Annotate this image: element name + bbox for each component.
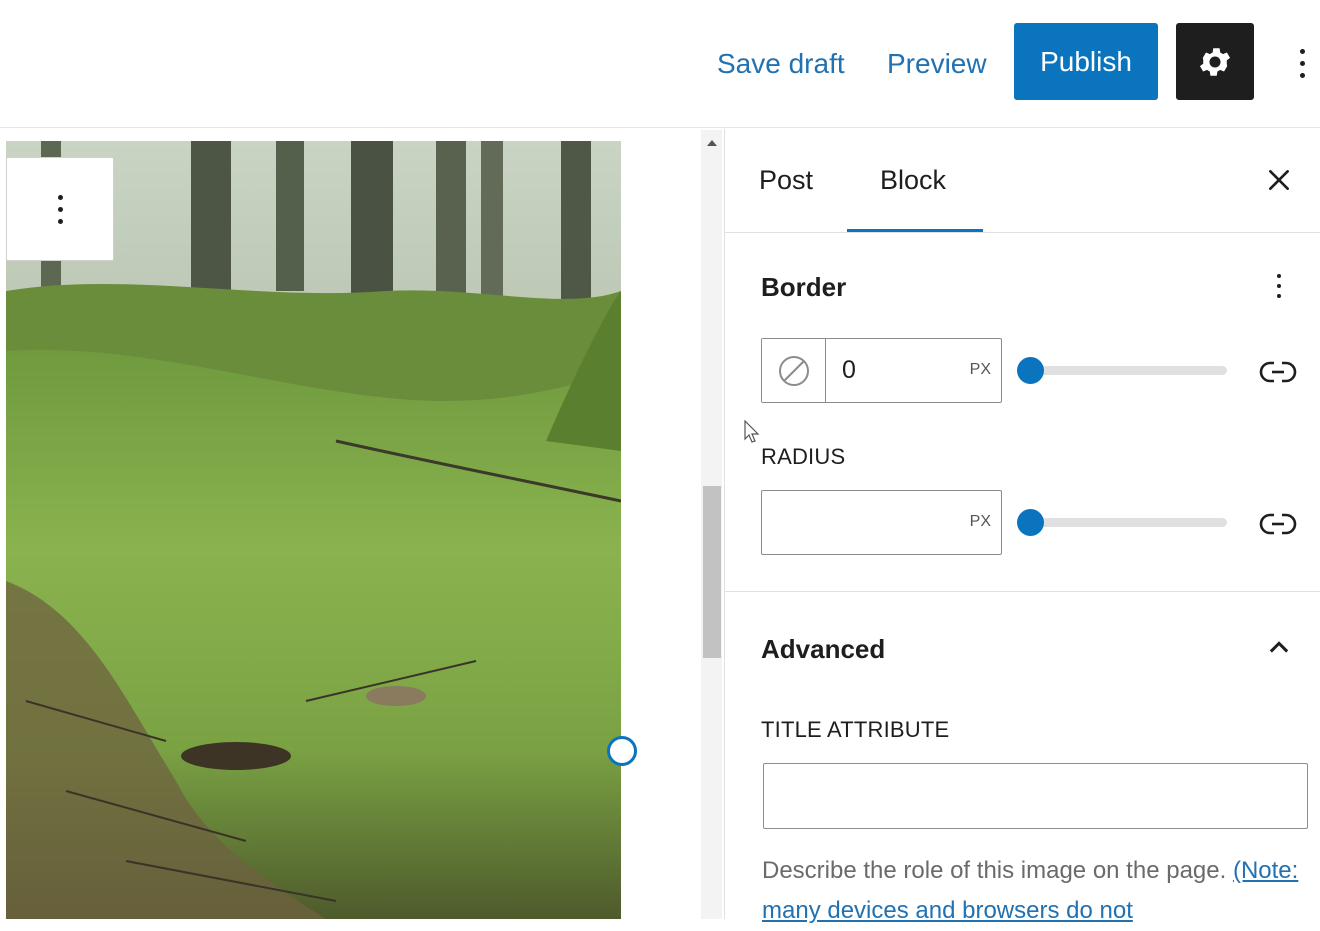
preview-button[interactable]: Preview (887, 44, 987, 84)
unit-label[interactable]: PX (970, 361, 991, 379)
unlink-sides-button[interactable] (1256, 350, 1300, 394)
link-icon (1259, 513, 1297, 535)
slider-track (1029, 518, 1227, 527)
close-icon (1269, 169, 1289, 190)
advanced-panel-title[interactable]: Advanced (761, 634, 885, 665)
scrollbar-thumb[interactable] (703, 486, 721, 658)
tab-block[interactable]: Block (880, 165, 946, 196)
title-attribute-label: TITLE ATTRIBUTE (761, 717, 950, 742)
active-tab-indicator (847, 229, 983, 232)
arrow-up-icon (706, 140, 717, 146)
settings-sidebar: Post Block Border PX RADIUS (724, 129, 1320, 924)
resize-handle[interactable] (607, 736, 637, 766)
scroll-up-button[interactable] (701, 134, 722, 152)
help-text: Describe the role of this image on the p… (762, 857, 1227, 884)
block-options-button[interactable] (6, 157, 114, 261)
border-radius-field: PX (761, 490, 1002, 555)
slider-thumb[interactable] (1017, 357, 1044, 384)
title-attribute-help: Describe the role of this image on the p… (762, 851, 1312, 931)
sidebar-tabs: Post Block (725, 129, 1320, 233)
border-radius-slider[interactable] (1017, 508, 1227, 538)
border-style-button[interactable] (762, 339, 826, 402)
link-icon (1259, 361, 1297, 383)
publish-button[interactable]: Publish (1014, 23, 1158, 100)
settings-button[interactable] (1176, 23, 1254, 100)
border-panel-title: Border (761, 272, 847, 302)
unlink-corners-button[interactable] (1256, 502, 1300, 546)
editor-header: Save draft Preview Publish (0, 0, 1320, 128)
border-width-input[interactable] (842, 339, 962, 402)
slider-thumb[interactable] (1017, 509, 1044, 536)
border-radius-input[interactable] (776, 491, 956, 554)
border-width-field: PX (761, 338, 1002, 403)
border-options-button[interactable] (1267, 268, 1291, 304)
panel-divider (725, 591, 1320, 592)
advanced-toggle-button[interactable] (1259, 629, 1299, 669)
tab-post[interactable]: Post (759, 165, 813, 196)
border-width-slider[interactable] (1017, 356, 1227, 386)
mouse-cursor-icon (744, 420, 760, 443)
slider-track (1029, 366, 1227, 375)
chevron-up-icon (1269, 640, 1289, 653)
gear-icon (1199, 47, 1231, 76)
no-style-icon (778, 355, 809, 386)
radius-label: RADIUS (761, 444, 846, 469)
more-vertical-icon (1267, 274, 1291, 298)
more-vertical-icon (57, 194, 63, 224)
close-sidebar-button[interactable] (1263, 165, 1295, 197)
more-vertical-icon (1288, 48, 1316, 78)
options-button[interactable] (1288, 38, 1316, 88)
title-attribute-input[interactable] (763, 763, 1308, 829)
unit-label[interactable]: PX (970, 513, 991, 531)
save-draft-button[interactable]: Save draft (717, 44, 845, 84)
